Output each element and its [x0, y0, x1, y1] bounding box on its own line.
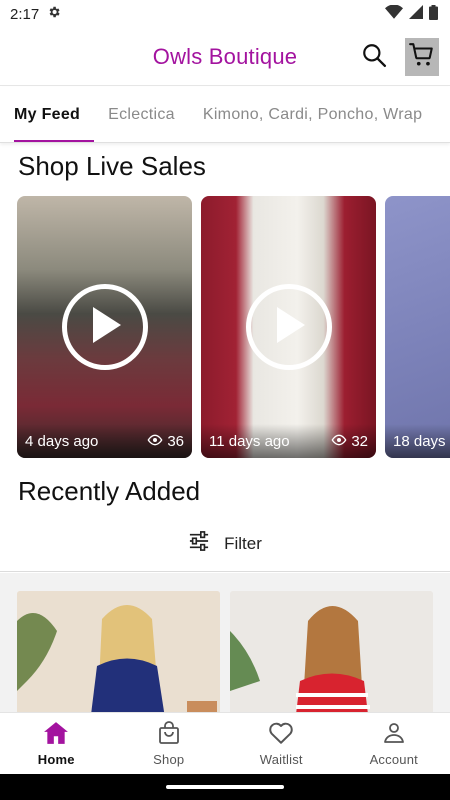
account-icon [382, 721, 406, 748]
gear-icon [47, 5, 61, 23]
filter-label: Filter [224, 533, 262, 553]
video-thumbnail [385, 196, 450, 458]
nav-label: Shop [153, 751, 185, 767]
category-tabs: My Feed Eclectica Kimono, Cardi, Poncho,… [0, 87, 450, 143]
live-video-card[interactable]: 18 days ago [385, 196, 450, 458]
product-image [230, 591, 433, 713]
wifi-icon [385, 4, 403, 23]
nav-label: Waitlist [259, 751, 303, 767]
tab-label: Kimono, Cardi, Poncho, Wrap [202, 105, 423, 123]
system-navigation-bar [0, 774, 450, 800]
tab-label: My Feed [14, 105, 81, 123]
nav-account[interactable]: Account [338, 713, 450, 774]
product-image [17, 591, 220, 713]
video-age: 18 days ago [393, 432, 450, 450]
video-age: 4 days ago [25, 432, 99, 450]
live-sales-carousel[interactable]: 4 days ago 36 11 days ago 32 18 days [17, 196, 450, 458]
view-count: 36 [147, 433, 184, 450]
nav-label: Account [369, 751, 418, 767]
live-sales-title: Shop Live Sales [18, 151, 206, 181]
play-icon [271, 305, 307, 350]
video-meta: 4 days ago 36 [17, 424, 192, 458]
play-icon [87, 305, 123, 350]
video-age: 11 days ago [209, 432, 290, 450]
play-button[interactable] [61, 284, 148, 370]
home-gesture-handle[interactable] [166, 785, 284, 789]
eye-icon [331, 433, 347, 450]
nav-waitlist[interactable]: Waitlist [225, 713, 338, 774]
app-header: Owls Boutique [0, 28, 450, 86]
filter-sliders-icon [188, 531, 210, 556]
product-card[interactable] [230, 591, 433, 713]
recently-added-title: Recently Added [18, 476, 201, 506]
product-grid [0, 573, 450, 713]
video-meta: 18 days ago [385, 424, 450, 458]
tab-eclectica[interactable]: Eclectica [94, 87, 189, 142]
status-bar: 2:17 [0, 0, 450, 28]
filter-button[interactable]: Filter [0, 516, 450, 572]
nav-home[interactable]: Home [0, 713, 113, 774]
heart-icon [268, 721, 294, 748]
eye-icon [147, 433, 163, 450]
video-meta: 11 days ago 32 [201, 424, 376, 458]
play-button[interactable] [245, 284, 332, 370]
cart-icon [409, 42, 435, 73]
view-count-value: 32 [351, 432, 368, 450]
signal-icon [409, 5, 423, 23]
live-video-card[interactable]: 4 days ago 36 [17, 196, 192, 458]
home-icon [43, 721, 69, 748]
view-count: 32 [331, 433, 368, 450]
shopping-bag-icon [157, 720, 181, 748]
search-button[interactable] [358, 41, 390, 73]
live-video-card[interactable]: 11 days ago 32 [201, 196, 376, 458]
nav-shop[interactable]: Shop [113, 713, 226, 774]
app-title: Owls Boutique [152, 43, 298, 69]
bottom-nav: Home Shop Waitlist Account [0, 712, 450, 774]
nav-label: Home [37, 751, 75, 767]
tab-my-feed[interactable]: My Feed [0, 87, 95, 142]
product-card[interactable] [17, 591, 220, 713]
view-count-value: 36 [167, 432, 184, 450]
status-time: 2:17 [10, 5, 40, 23]
tab-kimono-cardi-poncho-wrap[interactable]: Kimono, Cardi, Poncho, Wrap [189, 87, 436, 142]
tab-label: Eclectica [108, 105, 175, 123]
search-icon [361, 42, 387, 73]
battery-icon [429, 4, 438, 24]
cart-button[interactable] [405, 38, 439, 76]
